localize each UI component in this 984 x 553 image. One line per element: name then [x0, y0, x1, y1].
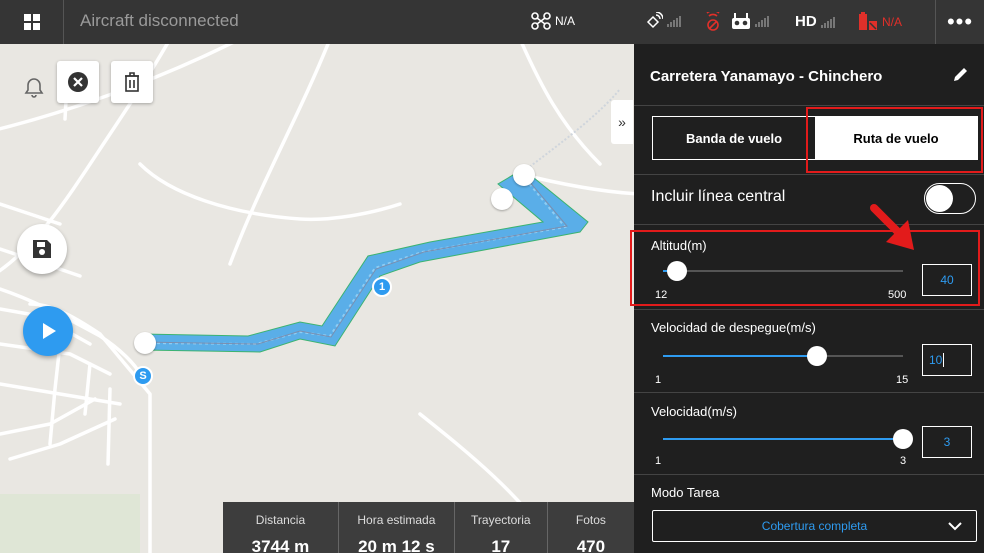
satellite-status — [645, 12, 681, 30]
save-icon — [33, 240, 51, 258]
divider — [634, 224, 984, 225]
pencil-icon — [954, 68, 967, 81]
no-signal-icon — [706, 12, 720, 31]
drone-icon — [531, 12, 551, 30]
aircraft-status: Aircraft disconnected — [80, 11, 239, 30]
stat-label: Fotos — [575, 513, 606, 527]
waypoint-marker[interactable] — [491, 188, 513, 210]
stat-label: Hora estimada — [357, 513, 436, 527]
slider-fill — [663, 355, 817, 357]
signal-bars-icon — [820, 16, 835, 28]
stat-label: Distancia — [255, 513, 306, 527]
waypoint-marker[interactable] — [513, 164, 535, 186]
speed-max: 3 — [900, 455, 907, 467]
speed-input[interactable]: 3 — [922, 426, 972, 458]
task-mode-select[interactable]: Cobertura completa — [652, 510, 977, 542]
play-icon — [43, 323, 56, 339]
battery-status: N/A — [858, 12, 902, 32]
takeoff-speed-slider[interactable] — [663, 346, 903, 366]
waypoint-marker[interactable] — [134, 332, 156, 354]
stat-value: 470 — [576, 537, 606, 553]
text-cursor — [943, 353, 945, 367]
highlight-box-altitude — [630, 230, 980, 306]
takeoff-speed-input[interactable]: 10 — [922, 344, 972, 376]
task-mode-value: Cobertura completa — [761, 519, 868, 533]
slider-thumb[interactable] — [893, 429, 913, 449]
tab-banda-de-vuelo[interactable]: Banda de vuelo — [653, 117, 815, 159]
takeoff-speed-min: 1 — [655, 374, 662, 386]
chevron-down-icon — [948, 522, 962, 531]
include-centerline-toggle[interactable] — [924, 183, 976, 214]
panel-header: Carretera Yanamayo - Chinchero — [634, 44, 984, 106]
collapse-panel-button[interactable]: » — [611, 100, 633, 144]
mission-name: Carretera Yanamayo - Chinchero — [650, 68, 883, 85]
stat-distance: Distancia 3744 m — [223, 502, 339, 553]
gps-status: N/A — [531, 12, 575, 30]
divider — [634, 474, 984, 475]
bell-icon[interactable] — [22, 76, 46, 105]
save-button[interactable] — [17, 224, 67, 274]
delete-button[interactable] — [111, 61, 153, 103]
battery-warning-icon — [859, 12, 877, 30]
stat-value: 3744 m — [251, 537, 310, 553]
highlight-box-tab — [806, 107, 983, 173]
slider-thumb[interactable] — [806, 346, 827, 366]
mission-stats-bar: Distancia 3744 m Hora estimada 20 m 12 s… — [223, 502, 634, 553]
signal-bars-icon — [755, 15, 769, 27]
controller-icon — [732, 13, 750, 29]
stat-label: Trayectoria — [471, 513, 531, 527]
mission-settings-panel: Carretera Yanamayo - Chinchero Banda de … — [630, 44, 984, 553]
edit-name-button[interactable] — [952, 65, 970, 88]
task-mode-label: Modo Tarea — [651, 485, 720, 500]
divider — [634, 174, 984, 175]
stat-trajectory: Trayectoria 17 — [455, 502, 548, 553]
include-centerline-label: Incluir línea central — [651, 188, 786, 205]
start-mission-button[interactable] — [23, 306, 73, 356]
app-grid-button[interactable] — [0, 0, 64, 44]
takeoff-speed-label: Velocidad de despegue(m/s) — [651, 320, 816, 335]
trash-icon — [125, 72, 139, 92]
speed-slider[interactable] — [663, 429, 913, 449]
stat-estimated-time: Hora estimada 20 m 12 s — [339, 502, 455, 553]
battery-label: N/A — [882, 15, 903, 29]
stat-photos: Fotos 470 — [548, 502, 634, 553]
stat-value: 17 — [491, 537, 511, 553]
satellite-icon — [646, 12, 663, 29]
divider — [634, 392, 984, 393]
red-arrow-icon — [870, 204, 914, 250]
top-bar: Aircraft disconnected N/A HD N/A ••• — [0, 0, 984, 44]
divider — [634, 309, 984, 310]
waypoint-number-badge[interactable]: 1 — [372, 277, 392, 297]
signal-bars-icon — [667, 15, 681, 27]
takeoff-speed-value: 10 — [929, 353, 943, 367]
speed-min: 1 — [655, 455, 662, 467]
close-circle-icon — [68, 72, 88, 92]
remote-controller-status — [731, 12, 769, 30]
toggle-knob — [926, 185, 953, 212]
clear-button[interactable] — [57, 61, 99, 103]
speed-label: Velocidad(m/s) — [651, 404, 737, 419]
more-menu-button[interactable]: ••• — [935, 0, 984, 44]
hd-link-status: HD — [795, 13, 835, 30]
map-view[interactable]: 1 S » — [0, 44, 634, 553]
stat-value: 20 m 12 s — [358, 537, 435, 553]
gps-label: N/A — [555, 14, 576, 28]
slider-fill — [663, 438, 903, 440]
map-roads — [0, 44, 634, 553]
grid-icon — [23, 14, 40, 30]
hd-label: HD — [795, 13, 817, 30]
takeoff-speed-max: 15 — [896, 374, 909, 386]
start-point-badge[interactable]: S — [133, 366, 153, 386]
rc-warning — [706, 12, 720, 32]
